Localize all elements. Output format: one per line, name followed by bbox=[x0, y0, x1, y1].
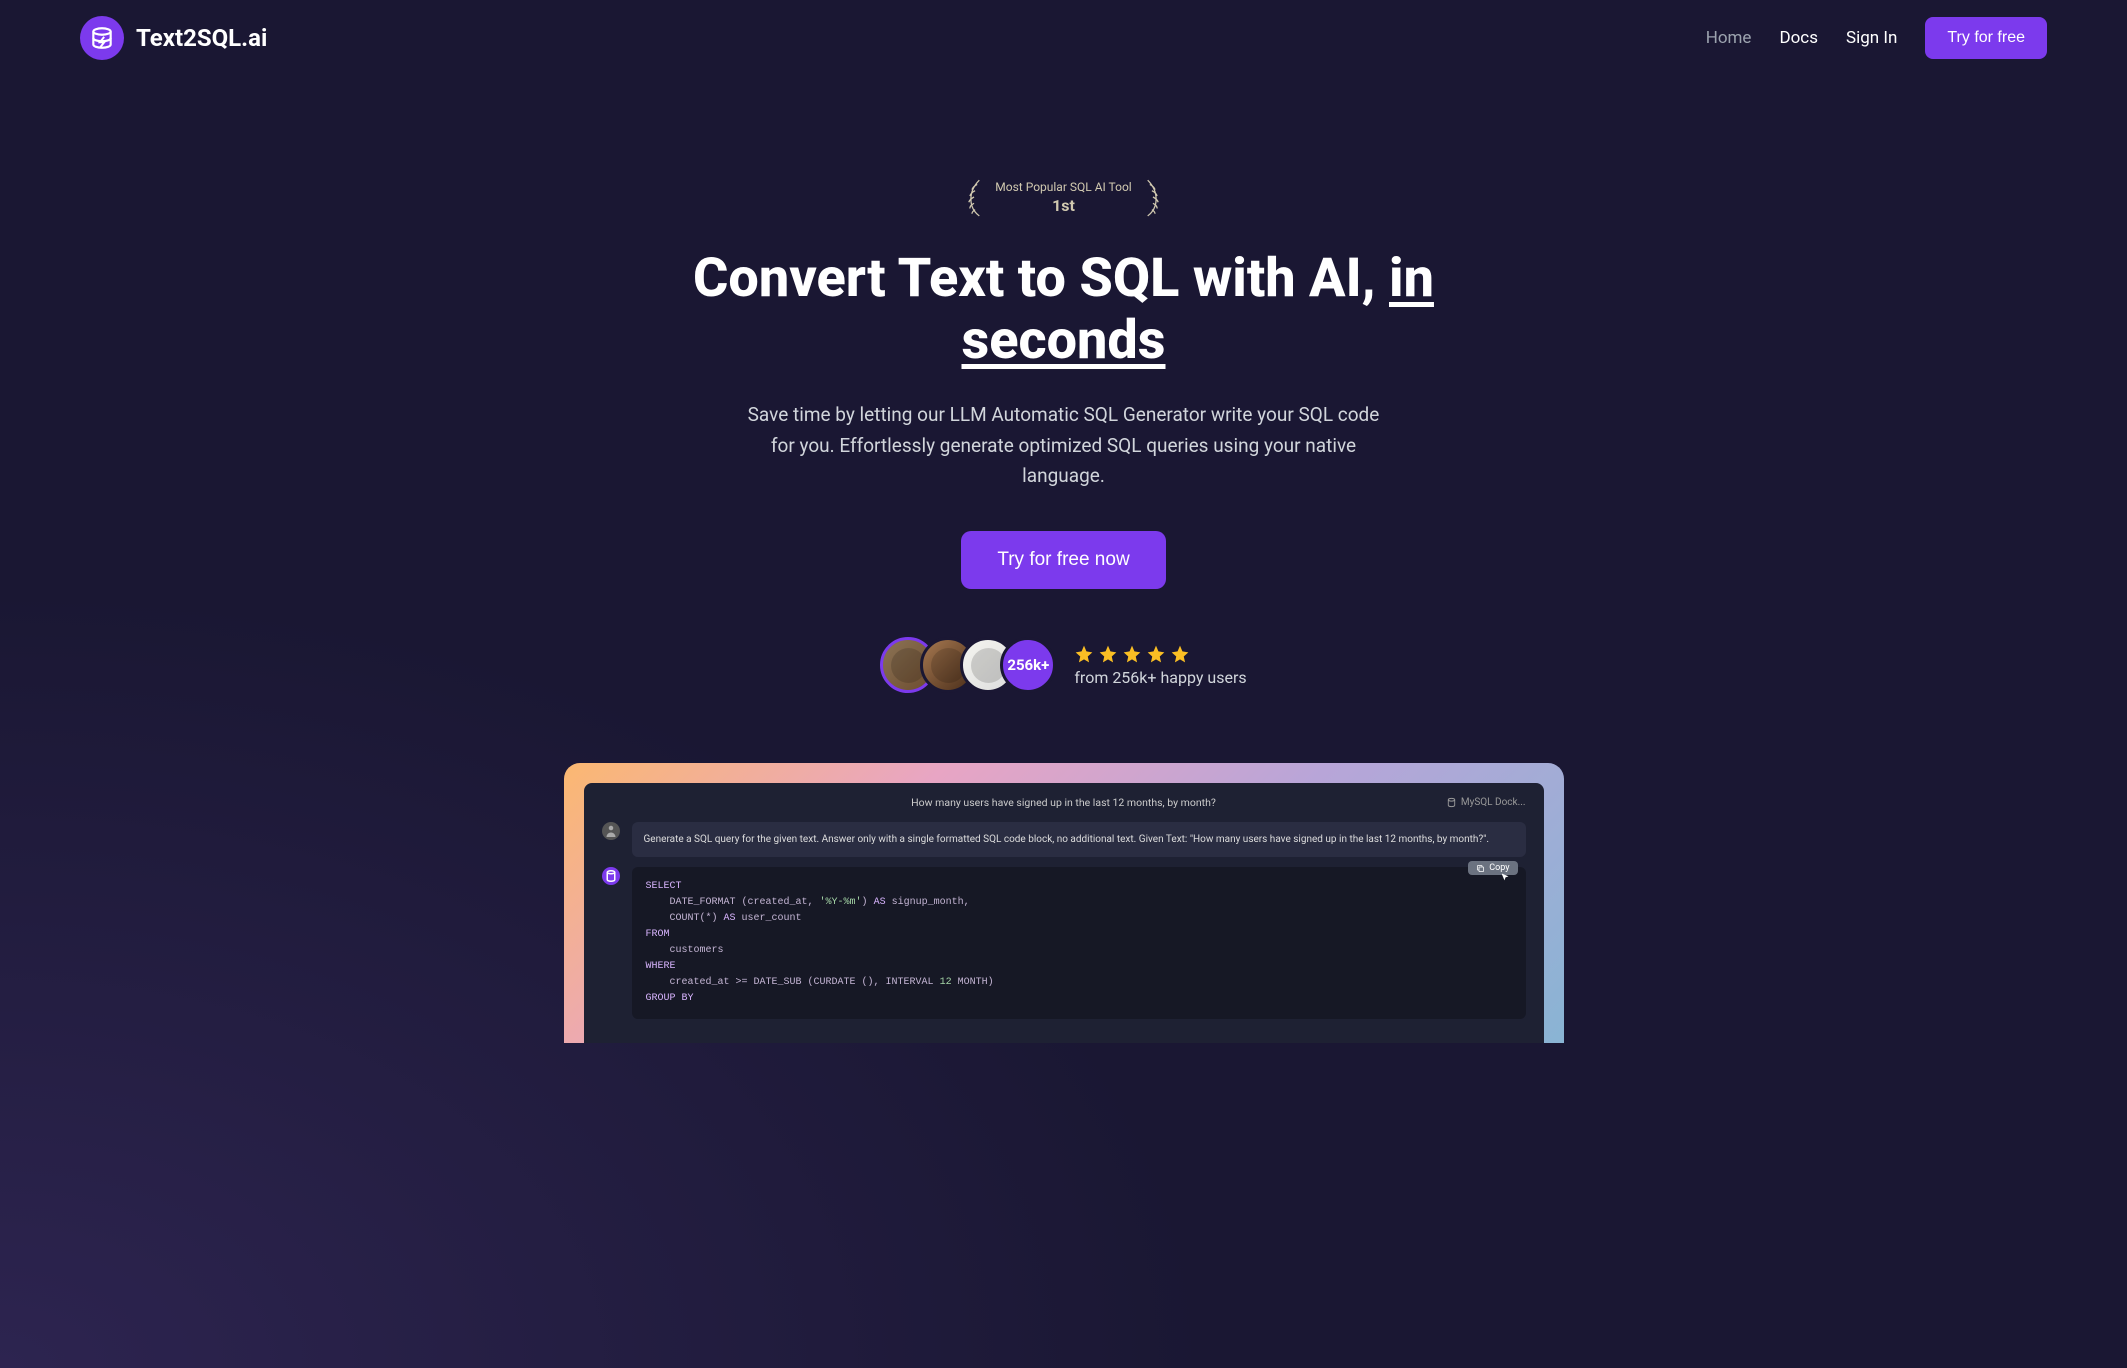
nav-docs[interactable]: Docs bbox=[1779, 28, 1818, 48]
star-icon bbox=[1170, 644, 1190, 664]
copy-button[interactable]: Copy bbox=[1468, 861, 1517, 875]
badge-rank: 1st bbox=[1052, 196, 1075, 215]
demo-code-block: Copy SELECT DATE_FORMAT (created_at, '%Y… bbox=[632, 867, 1526, 1019]
nav-signin[interactable]: Sign In bbox=[1846, 28, 1897, 48]
logo-icon bbox=[80, 16, 124, 60]
hero: Most Popular SQL AI Tool 1st Convert Tex… bbox=[654, 176, 1474, 693]
nav: Home Docs Sign In Try for free bbox=[1706, 17, 2047, 59]
star-icon bbox=[1074, 644, 1094, 664]
copy-icon bbox=[1476, 864, 1485, 873]
stars bbox=[1074, 644, 1246, 664]
demo-question: How many users have signed up in the las… bbox=[911, 796, 1216, 809]
laurel-right-icon bbox=[1140, 176, 1168, 218]
demo-connector: MySQL Dock... bbox=[1446, 797, 1526, 808]
headline: Convert Text to SQL with AI, in seconds bbox=[674, 248, 1454, 372]
user-avatar-icon bbox=[602, 822, 620, 840]
header: Text2SQL.ai Home Docs Sign In Try for fr… bbox=[0, 0, 2127, 76]
avatar-count: 256k+ bbox=[1000, 637, 1056, 693]
award-badge: Most Popular SQL AI Tool 1st bbox=[674, 176, 1454, 218]
logo[interactable]: Text2SQL.ai bbox=[80, 16, 267, 60]
bot-avatar-icon bbox=[602, 867, 620, 885]
star-icon bbox=[1146, 644, 1166, 664]
sql-code: SELECT DATE_FORMAT (created_at, '%Y-%m')… bbox=[646, 879, 1512, 1007]
social-proof: 256k+ from 256k+ happy users bbox=[674, 637, 1454, 693]
nav-cta-button[interactable]: Try for free bbox=[1925, 17, 2047, 59]
logo-text: Text2SQL.ai bbox=[136, 24, 267, 52]
database-icon bbox=[1446, 797, 1457, 808]
demo-window: How many users have signed up in the las… bbox=[584, 783, 1544, 1043]
subheadline: Save time by letting our LLM Automatic S… bbox=[744, 400, 1384, 491]
demo-user-message: Generate a SQL query for the given text.… bbox=[632, 822, 1526, 857]
demo-frame: How many users have signed up in the las… bbox=[564, 763, 1564, 1043]
avatar-stack: 256k+ bbox=[880, 637, 1056, 693]
nav-home[interactable]: Home bbox=[1706, 28, 1752, 48]
badge-title: Most Popular SQL AI Tool bbox=[995, 180, 1131, 194]
star-icon bbox=[1098, 644, 1118, 664]
hero-cta-button[interactable]: Try for free now bbox=[961, 531, 1165, 589]
rating-text: from 256k+ happy users bbox=[1074, 668, 1246, 687]
rating: from 256k+ happy users bbox=[1074, 644, 1246, 687]
demo-section: How many users have signed up in the las… bbox=[544, 763, 1584, 1043]
laurel-left-icon bbox=[959, 176, 987, 218]
star-icon bbox=[1122, 644, 1142, 664]
